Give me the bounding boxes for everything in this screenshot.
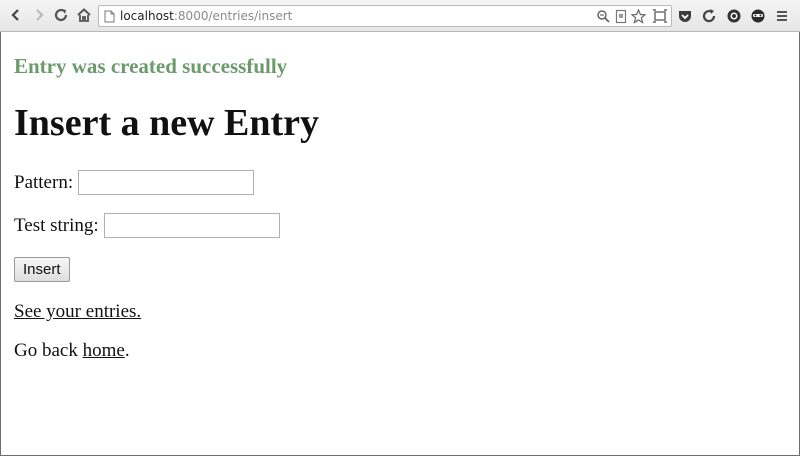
zoom-icon[interactable] (596, 9, 611, 24)
pattern-input[interactable] (78, 170, 255, 195)
test-string-row: Test string: (14, 213, 280, 238)
pattern-label: Pattern: (14, 171, 74, 193)
address-bar[interactable]: localhost:8000/entries/insert (98, 5, 672, 27)
test-string-input[interactable] (103, 213, 280, 238)
page-icon (104, 10, 115, 23)
pocket-icon[interactable] (676, 7, 694, 25)
reload-icon[interactable] (53, 7, 69, 23)
test-string-label: Test string: (14, 214, 99, 236)
mask-icon[interactable] (749, 7, 767, 25)
home-link[interactable]: home (83, 340, 125, 361)
page-title: Insert a new Entry (14, 102, 320, 144)
opera-icon[interactable] (725, 7, 743, 25)
refresh-ext-icon[interactable] (700, 7, 718, 25)
pattern-row: Pattern: (14, 170, 255, 195)
menu-icon[interactable] (773, 7, 791, 25)
browser-toolbar: localhost:8000/entries/insert (0, 0, 800, 32)
reader-icon[interactable] (614, 9, 629, 24)
go-back-paragraph: Go back home. (14, 340, 130, 362)
see-entries-link[interactable]: See your entries. (14, 301, 141, 322)
go-back-prefix: Go back (14, 340, 83, 361)
go-back-suffix: . (124, 340, 130, 361)
bookmark-star-icon[interactable] (631, 9, 646, 24)
url-text: localhost:8000/entries/insert (120, 9, 292, 24)
insert-button[interactable]: Insert (14, 257, 70, 282)
window-icon[interactable] (651, 7, 669, 25)
back-icon[interactable] (8, 7, 24, 23)
entries-paragraph: See your entries. (14, 301, 141, 323)
home-icon[interactable] (76, 7, 92, 23)
url-host: localhost (120, 9, 174, 23)
flash-message: Entry was created successfully (14, 54, 288, 78)
url-path: :8000/entries/insert (173, 9, 293, 23)
forward-icon[interactable] (31, 7, 47, 23)
